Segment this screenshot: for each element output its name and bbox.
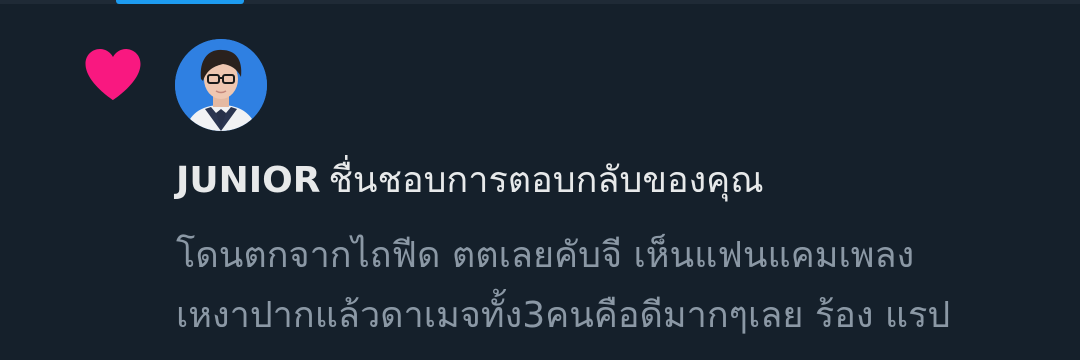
profile-photo [175,39,267,131]
reply-preview-line: เหงาปากแล้วดาเมจทั้ง3คนคือดีมากๆเลย ร้อง… [176,295,951,336]
user-name[interactable]: JUNIOR [176,160,320,201]
notification-headline: JUNIOR ชื่นชอบการตอบกลับของคุณ [176,159,1056,203]
active-tab-indicator [116,0,244,4]
reply-preview-line: โดนตกจากไถฟีด ตตเลยคับจี เห็นแฟนแคมเพลง [176,235,915,276]
heart-icon [85,49,141,100]
avatar[interactable] [175,39,267,131]
notification-action-text: ชื่นชอบการตอบกลับของคุณ [328,160,764,201]
reply-preview[interactable]: โดนตกจากไถฟีด ตตเลยคับจี เห็นแฟนแคมเพลง … [176,226,1056,346]
